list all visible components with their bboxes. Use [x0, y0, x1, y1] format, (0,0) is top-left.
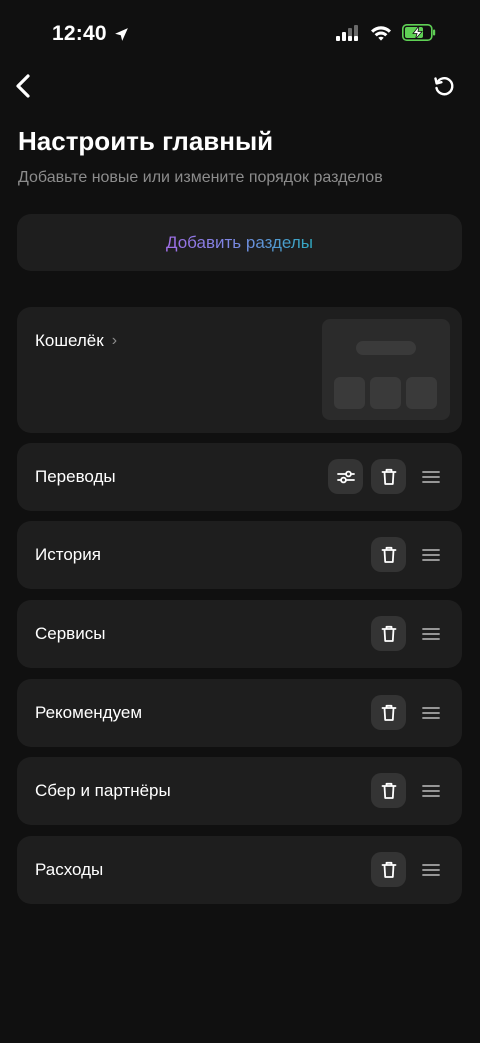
row-actions: [371, 773, 444, 808]
row-actions: [371, 852, 444, 887]
delete-button[interactable]: [371, 852, 406, 887]
drag-handle[interactable]: [418, 773, 444, 808]
trash-icon: [381, 546, 396, 563]
row-actions: [371, 695, 444, 730]
section-label: История: [35, 545, 101, 564]
section-row-recommended: Рекомендуем: [17, 679, 462, 747]
section-label: Сбер и партнёры: [35, 781, 171, 800]
reset-button[interactable]: [430, 72, 458, 100]
section-label: Сервисы: [35, 624, 106, 643]
drag-handle-icon: [422, 548, 440, 561]
section-row-history: История: [17, 521, 462, 589]
add-sections-label: Добавить разделы: [166, 232, 313, 252]
preview-tile: [406, 377, 437, 409]
page-subtitle: Добавьте новые или измените порядок разд…: [18, 169, 383, 186]
wallet-preview: [322, 319, 450, 420]
delete-button[interactable]: [371, 459, 406, 494]
preview-tile: [370, 377, 401, 409]
delete-button[interactable]: [371, 695, 406, 730]
status-indicators: [336, 24, 436, 41]
section-row-services: Сервисы: [17, 600, 462, 668]
settings-button[interactable]: [328, 459, 363, 494]
add-sections-button[interactable]: Добавить разделы: [17, 214, 462, 271]
wallet-card[interactable]: Кошелёк ›: [17, 307, 462, 433]
location-arrow-icon: [114, 27, 128, 41]
section-label: Расходы: [35, 860, 104, 879]
section-label: Рекомендуем: [35, 703, 143, 722]
back-button[interactable]: [10, 70, 36, 102]
trash-icon: [381, 782, 396, 799]
reset-icon: [434, 77, 454, 96]
sliders-icon: [336, 470, 355, 483]
drag-handle-icon: [422, 784, 440, 797]
wifi-icon: [371, 25, 391, 41]
chevron-left-icon: [16, 74, 30, 98]
section-label: Переводы: [35, 467, 116, 486]
drag-handle[interactable]: [418, 852, 444, 887]
drag-handle-icon: [422, 863, 440, 876]
row-actions: [328, 459, 444, 494]
status-time-text: 12:40: [52, 22, 107, 45]
trash-icon: [381, 625, 396, 642]
drag-handle-icon: [422, 706, 440, 719]
drag-handle[interactable]: [418, 537, 444, 572]
trash-icon: [381, 861, 396, 878]
drag-handle[interactable]: [418, 616, 444, 651]
top-navigation: [0, 68, 480, 104]
page-title: Настроить главный: [18, 126, 274, 156]
battery-charging-icon: [402, 24, 436, 41]
drag-handle[interactable]: [418, 695, 444, 730]
status-time: 12:40: [52, 22, 130, 46]
row-actions: [371, 616, 444, 651]
delete-button[interactable]: [371, 537, 406, 572]
drag-handle[interactable]: [418, 459, 444, 494]
section-row-transfers: Переводы: [17, 443, 462, 511]
drag-handle-icon: [422, 627, 440, 640]
status-bar: 12:40: [0, 0, 480, 70]
delete-button[interactable]: [371, 773, 406, 808]
preview-bar: [356, 341, 416, 355]
cellular-signal-icon: [336, 24, 358, 41]
wallet-label: Кошелёк: [35, 331, 104, 350]
section-row-expenses: Расходы: [17, 836, 462, 904]
preview-tile: [334, 377, 365, 409]
chevron-right-icon: ›: [111, 332, 118, 349]
trash-icon: [381, 704, 396, 721]
section-row-partners: Сбер и партнёры: [17, 757, 462, 825]
row-actions: [371, 537, 444, 572]
wallet-title[interactable]: Кошелёк ›: [35, 331, 117, 351]
trash-icon: [381, 468, 396, 485]
drag-handle-icon: [422, 470, 440, 483]
delete-button[interactable]: [371, 616, 406, 651]
